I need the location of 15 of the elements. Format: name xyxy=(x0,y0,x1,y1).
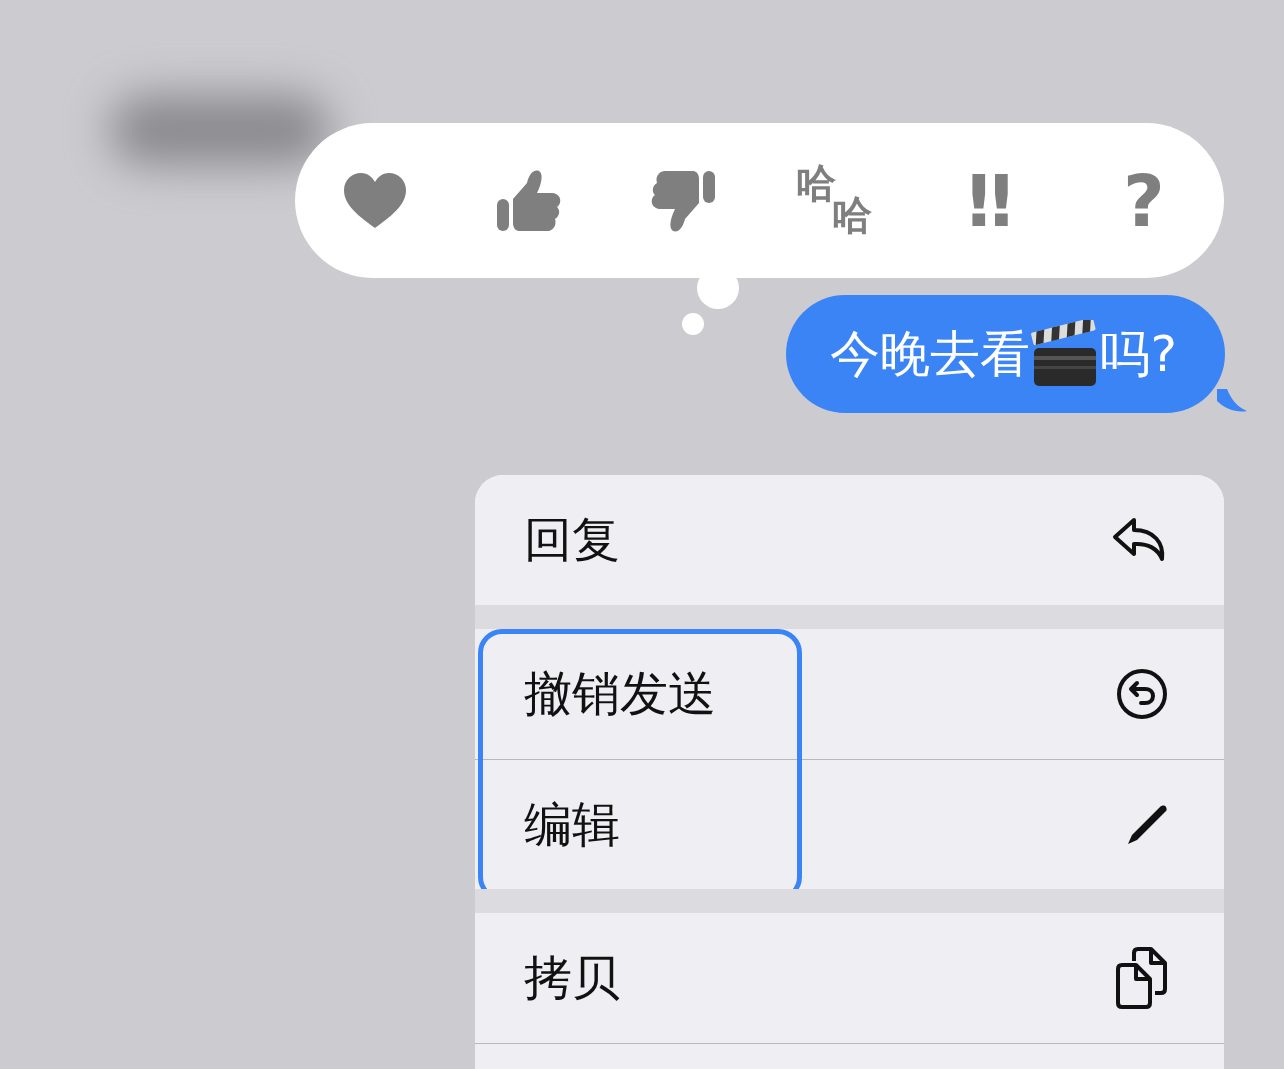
undo-icon xyxy=(1116,668,1168,720)
menu-item[interactable]: 撤销发送 xyxy=(475,629,1224,759)
pencil-icon xyxy=(1126,803,1168,846)
question-glyph[interactable]: ? xyxy=(1123,164,1165,237)
heart-icon[interactable] xyxy=(344,172,406,229)
bubble-tail xyxy=(1217,389,1247,413)
thumbs-down-icon[interactable] xyxy=(650,168,715,233)
message-text: 吗? xyxy=(1100,329,1177,379)
copy-icon xyxy=(1116,947,1168,1009)
thumbs-up-icon[interactable] xyxy=(496,168,561,233)
menu-item[interactable]: 回复 xyxy=(475,475,1224,605)
thought-dot xyxy=(682,313,704,335)
exclamation-glyph[interactable]: ‼ xyxy=(967,164,1013,237)
menu-item[interactable]: 拷贝 xyxy=(475,913,1224,1043)
message-text: 今晚去看 xyxy=(830,329,1031,379)
